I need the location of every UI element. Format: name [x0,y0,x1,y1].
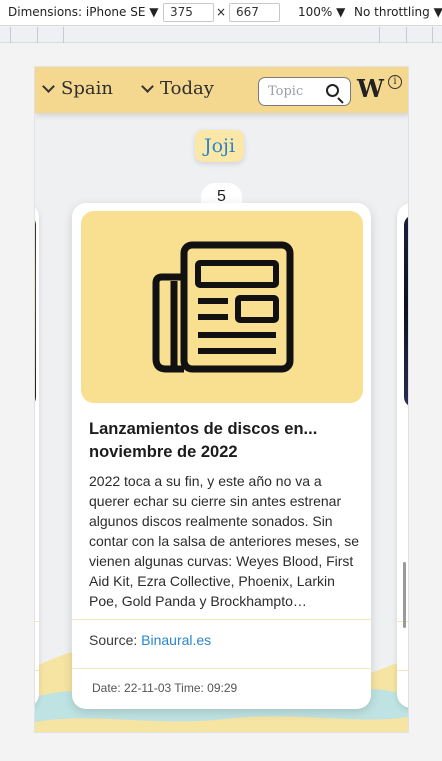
card-divider [72,668,371,669]
card-image [35,215,36,407]
viewport-height-input[interactable]: 667 [229,3,280,22]
chevron-down-icon [42,79,55,93]
topic-badge[interactable]: Joji [195,130,245,162]
card-thumbnail [81,211,363,403]
country-selector[interactable]: Spain [42,78,113,99]
dimension-separator: × [216,5,227,19]
card-date-time: Date: 22-11-03 Time: 09:29 [92,681,238,695]
zoom-dropdown[interactable]: 100% ▼ [298,5,345,19]
wikipedia-logo[interactable]: W [357,74,384,103]
chevron-down-icon [141,79,154,93]
card-divider [72,619,371,620]
scrollbar-thumb[interactable] [403,562,406,628]
throttling-dropdown[interactable]: No throttling ▼ [354,5,442,19]
source-label: Source: [89,632,138,648]
media-query-ruler [0,27,442,43]
date-range-selector[interactable]: Today [141,78,214,99]
date-range-label: Today [160,78,214,99]
topic-search-input[interactable]: Topic [258,77,351,106]
info-icon[interactable]: i [388,75,402,89]
source-link[interactable]: Binaural.es [141,632,211,648]
card-divider [35,670,39,671]
app-header: Spain Today Topic W i [35,67,408,113]
news-card[interactable]: Lanzamientos de discos en... noviembre d… [72,203,371,709]
devtools-toolbar: Dimensions: iPhone SE ▼ 375 × 667 100% ▼… [0,0,442,26]
previous-card[interactable] [35,203,39,708]
card-image [404,215,408,407]
card-title[interactable]: Lanzamientos de discos en... noviembre d… [89,418,359,464]
search-icon[interactable] [326,84,339,97]
search-placeholder: Topic [268,84,304,99]
card-divider [35,621,39,622]
viewport-width-input[interactable]: 375 [163,3,214,22]
card-source: Source: Binaural.es [89,632,211,648]
card-description: 2022 toca a su fin, y este año no va a q… [89,473,360,609]
device-dimensions-dropdown[interactable]: Dimensions: iPhone SE ▼ [8,5,158,19]
next-card[interactable] [397,203,408,708]
card-divider [397,670,408,671]
country-label: Spain [61,78,113,99]
device-viewport: Spain Today Topic W i Joji 5 Lanzamiento… [34,66,409,733]
newspaper-icon [152,241,294,373]
